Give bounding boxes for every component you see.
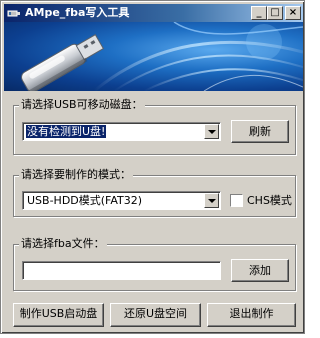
usb-drive-icon bbox=[7, 10, 20, 17]
header-banner bbox=[4, 22, 303, 91]
exit-button[interactable]: 退出制作 bbox=[207, 303, 296, 327]
make-usb-boot-button[interactable]: 制作USB启动盘 bbox=[13, 303, 104, 327]
chevron-down-icon[interactable] bbox=[204, 193, 219, 208]
chevron-down-icon[interactable] bbox=[204, 124, 219, 139]
chs-mode-checkbox[interactable] bbox=[230, 194, 243, 207]
restore-usb-space-button[interactable]: 还原U盘空间 bbox=[110, 303, 201, 327]
usb-flash-drive-icon bbox=[21, 22, 303, 91]
mode-group-label: 请选择要制作的模式： bbox=[19, 168, 133, 181]
maximize-button[interactable]: □ bbox=[267, 6, 283, 20]
window-title: AMpe_fba写入工具 bbox=[25, 6, 130, 19]
refresh-button[interactable]: 刷新 bbox=[231, 120, 289, 143]
add-button[interactable]: 添加 bbox=[231, 259, 289, 282]
usb-disk-selected-value: 没有检测到U盘! bbox=[26, 125, 107, 138]
app-window: AMpe_fba写入工具 _ □ × 请选择USB可移动磁盘： 没有检测到U盘!… bbox=[0, 0, 305, 334]
fba-file-input[interactable] bbox=[22, 261, 221, 280]
usb-disk-group-label: 请选择USB可移动磁盘： bbox=[19, 98, 145, 111]
fba-file-group-label: 请选择fba文件： bbox=[19, 237, 107, 250]
mode-selected-value: USB-HDD模式(FAT32) bbox=[27, 194, 143, 207]
minimize-button[interactable]: _ bbox=[251, 6, 267, 20]
chs-mode-label: CHS模式 bbox=[247, 194, 292, 207]
mode-select[interactable]: USB-HDD模式(FAT32) bbox=[22, 191, 221, 210]
title-bar[interactable]: AMpe_fba写入工具 _ □ × bbox=[4, 4, 303, 22]
usb-disk-select[interactable]: 没有检测到U盘! bbox=[22, 122, 221, 141]
close-button[interactable]: × bbox=[285, 6, 301, 20]
